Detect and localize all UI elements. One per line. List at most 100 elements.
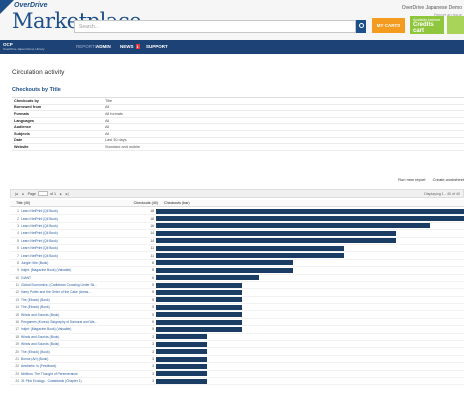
create-worksheet-link[interactable]: Create worksheet <box>433 177 464 182</box>
row-checkout-count: 3 <box>152 334 154 339</box>
pager-page-label: Page <box>27 191 36 196</box>
row-title-link[interactable]: Bonus (Art) (Book) <box>21 357 120 361</box>
row-title-link[interactable]: Learn NetPrint (Qii Book) <box>21 231 120 235</box>
row-number: 19 <box>15 342 19 347</box>
row-title-link[interactable]: Learn NetPrint (Qii Book) <box>21 246 120 250</box>
row-number: 12 <box>15 290 19 295</box>
row-checkout-count: 3 <box>152 371 154 376</box>
row-title-link[interactable]: Learn NetPrint (Qii Book) <box>21 217 120 221</box>
row-checkout-count: 8 <box>152 260 154 265</box>
row-title-link[interactable]: The (Ebook) (Book) <box>21 350 120 354</box>
row-number: 22 <box>15 364 19 369</box>
criteria-row: Checkouts by Title <box>12 98 464 105</box>
row-number: 8 <box>17 260 19 265</box>
table-row: 5 Learn NetPrint (Qii Book) 14 <box>10 238 464 245</box>
checkout-bar <box>156 297 242 303</box>
row-title-link[interactable]: Aesthetic: is (Feedback) <box>21 364 120 368</box>
row-checkout-count: 3 <box>152 379 154 384</box>
row-checkout-count: 18 <box>150 209 154 214</box>
table-row: 20 The (Ebook) (Book) 3 <box>10 348 464 356</box>
row-title-link[interactable]: The (Ebook) (Book) <box>21 298 120 302</box>
row-title-link[interactable]: Nihilism: The Thought of Perseverance <box>21 372 120 376</box>
secondary-cart-button[interactable] <box>447 16 464 34</box>
row-title-link[interactable]: Jungle: title (Book) <box>21 261 120 265</box>
checkout-bar <box>156 349 208 355</box>
nav-news[interactable]: NEWS 1 <box>120 44 140 49</box>
col-checkouts[interactable]: Checkouts (40) <box>120 201 160 205</box>
table-row: 23 Nihilism: The Thought of Perseverance 3 <box>10 371 464 378</box>
my-carts-button[interactable]: MY CARTS <box>372 18 405 33</box>
nav-news-label: NEWS <box>120 44 134 49</box>
row-number: 1 <box>17 209 19 214</box>
table-row: 15 Winds and Sounds (Book) 5 <box>10 311 464 319</box>
row-title-link[interactable]: The (Ebook) (Book) <box>21 305 120 309</box>
row-title-link[interactable]: Winds and Sounds (Book) <box>21 342 120 346</box>
row-checkout-count: 11 <box>150 253 154 258</box>
row-title-link[interactable]: Global Economics: (Caribbean Crossing Un… <box>21 283 120 287</box>
pager-last[interactable]: ▸| <box>66 192 69 196</box>
row-title-link[interactable]: Learn NetPrint (Qii Book) <box>21 224 120 228</box>
table-row: 10 GIANT 6 <box>10 275 464 282</box>
row-title-link[interactable]: Inkjet: (Magazine Book) (Valuable) <box>21 268 120 272</box>
bar-track <box>156 208 464 214</box>
pager-next[interactable]: ▸ <box>60 192 62 196</box>
row-title-link[interactable]: Pengames (Korea): Biography of Samurai a… <box>21 320 120 324</box>
row-number: 7 <box>17 253 19 258</box>
row-title-link[interactable]: Harry Potter and the Order of the Cake (… <box>21 290 120 294</box>
checkout-bar <box>156 304 242 310</box>
criteria-value: All <box>105 131 110 136</box>
run-new-report-link[interactable]: Run new report <box>398 177 425 182</box>
row-number: 21 <box>15 357 19 361</box>
row-checkout-count: 14 <box>150 231 154 236</box>
row-title-link[interactable]: GIANT <box>21 276 120 280</box>
bar-track <box>156 297 464 303</box>
row-checkout-count: 16 <box>150 223 154 228</box>
row-title-link[interactable]: Inkjet: (Magazine Book) (Valuable) <box>21 327 120 331</box>
pager-prev[interactable]: ◂ <box>22 192 24 196</box>
bar-track <box>156 216 464 222</box>
criteria-value: All <box>105 105 110 110</box>
bar-track <box>156 356 464 362</box>
search-input[interactable]: Search... <box>74 20 356 33</box>
checkout-bar <box>156 216 464 222</box>
row-title-link[interactable]: Winds and Sounds (Book) <box>21 335 120 339</box>
criteria-key: Audience <box>14 125 32 130</box>
row-checkout-count: 6 <box>152 275 154 280</box>
criteria-key: Date <box>14 138 23 143</box>
bar-track <box>156 341 464 347</box>
table-row: 12 Harry Potter and the Order of the Cake… <box>10 289 464 297</box>
row-title-link[interactable]: 31 Pink Ecology - Coastlands (Chapter 1) <box>21 379 120 383</box>
checkout-bar <box>156 312 242 318</box>
nav-reports[interactable]: REPORTS <box>76 44 98 49</box>
bar-track <box>156 378 464 384</box>
pager-page-input[interactable] <box>37 191 48 196</box>
col-title[interactable]: Title (40) <box>10 201 120 205</box>
row-checkout-count: 11 <box>150 246 154 251</box>
row-title-link[interactable]: Learn NetPrint (Qii Book) <box>21 209 120 213</box>
bar-track <box>156 326 464 332</box>
user-name[interactable]: OverDrive Japanese Demo <box>402 5 462 11</box>
row-title-link[interactable]: Learn NetPrint (Qii Book) <box>21 239 120 243</box>
checkout-bar <box>156 282 242 288</box>
top-header: OverDrive Marketplace Search... OverDriv… <box>0 0 464 40</box>
row-title-link[interactable]: Winds and Sounds (Book) <box>21 313 120 317</box>
table-row: 16 Pengames (Korea): Biography of Samurai… <box>10 319 464 327</box>
bar-track <box>156 334 464 340</box>
bar-track <box>156 260 464 266</box>
org-selector[interactable]: OCP OverDrive Japan Demo Library <box>3 42 44 51</box>
row-title-link[interactable]: Learn NetPrint (Qii Book) <box>21 254 120 258</box>
page-title: Circulation activity <box>12 69 65 76</box>
criteria-value: Title <box>105 98 113 103</box>
bar-track <box>156 319 464 325</box>
table-row: 19 Winds and Sounds (Book) 3 <box>10 341 464 349</box>
bar-track <box>156 223 464 229</box>
credits-cart-button[interactable]: Available balance Credits cart <box>410 16 444 34</box>
table-row: 14 The (Ebook) (Book) 5 <box>10 304 464 312</box>
nav-support[interactable]: SUPPORT <box>146 44 168 49</box>
search-icon[interactable] <box>356 20 366 33</box>
nav-admin[interactable]: ADMIN <box>96 44 111 49</box>
bar-track <box>156 275 464 281</box>
row-number: 6 <box>17 246 19 251</box>
pager-first[interactable]: |◂ <box>15 192 18 196</box>
criteria-table: Checkouts by Title Borrowed from All Formats… <box>12 97 464 151</box>
